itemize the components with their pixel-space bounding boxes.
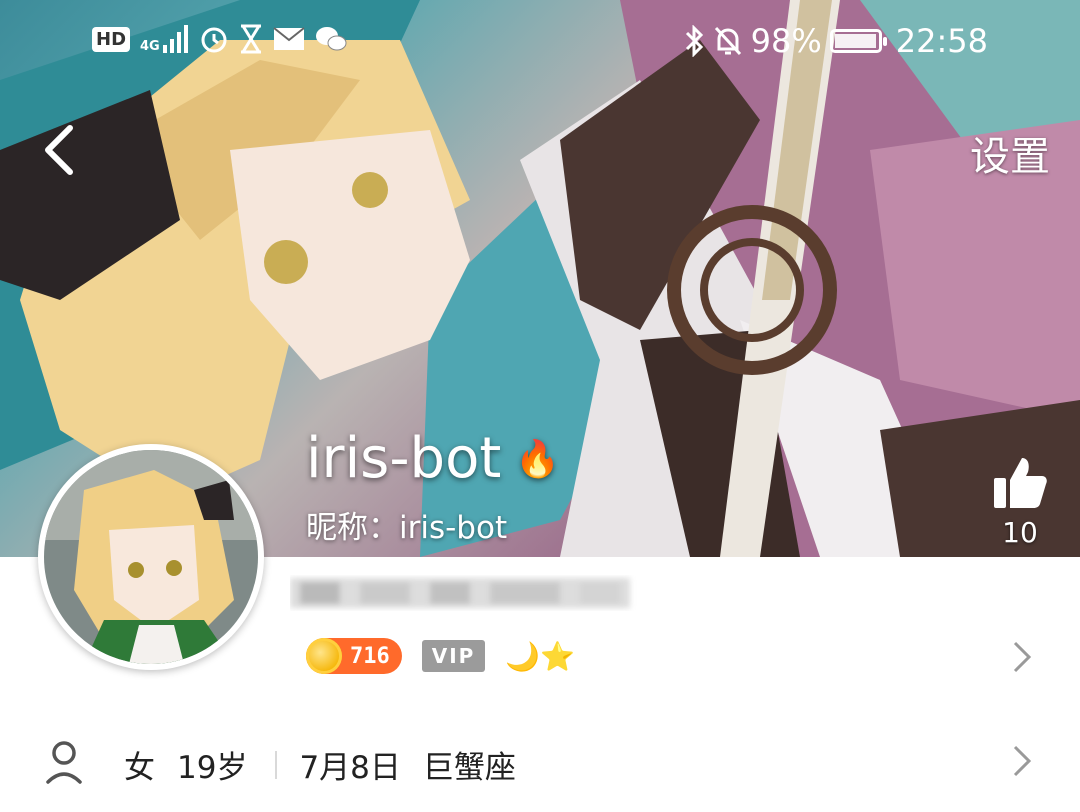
settings-button[interactable]: 设置 [970, 124, 1050, 182]
status-bar: HD 4G 98% 22:58 [0, 0, 1080, 86]
profile-nickname: 昵称：iris-bot [306, 510, 508, 546]
bluetooth-icon [685, 25, 703, 57]
thumbs-up-icon [994, 458, 1047, 508]
birthday-label: 7月8日 [299, 750, 401, 786]
profile-username-row: iris-bot 🔥 [306, 426, 560, 491]
network-label: 4G [140, 39, 160, 54]
person-icon [46, 741, 82, 784]
coin-icon [306, 638, 342, 674]
chevron-right-icon[interactable] [1012, 744, 1032, 778]
level-icons: 🌙⭐ [505, 639, 576, 673]
like-count: 10 [1002, 516, 1038, 549]
hourglass-icon [240, 24, 261, 54]
info-text: 女 19岁 7月8日 巨蟹座 [124, 742, 516, 787]
status-right: 98% 22:58 [683, 22, 988, 60]
chevron-right-icon[interactable] [1012, 640, 1032, 674]
status-left: HD 4G [92, 24, 347, 54]
gender-label: 女 [124, 750, 155, 786]
avatar[interactable] [38, 444, 264, 670]
personal-info-row[interactable]: 女 19岁 7月8日 巨蟹座 [0, 720, 1080, 804]
coin-count: 716 [350, 643, 390, 669]
badges-row: 716 VIP 🌙⭐ [306, 638, 575, 674]
coin-badge[interactable]: 716 [306, 638, 402, 674]
like-button[interactable]: 10 [984, 454, 1056, 549]
zodiac-label: 巨蟹座 [422, 750, 516, 786]
battery-level-fill [834, 34, 876, 48]
battery-percent: 98% [750, 22, 822, 60]
clock: 22:58 [895, 22, 988, 60]
mail-icon [273, 27, 305, 50]
battery-icon [829, 29, 887, 53]
alarm-icon [201, 27, 227, 53]
avatar-image [44, 450, 258, 664]
hd-badge: HD [92, 26, 131, 52]
wechat-icon [315, 27, 347, 51]
signal-icon: 4G [140, 25, 189, 53]
age-label: 19岁 [177, 750, 248, 786]
vip-badge[interactable]: VIP [421, 640, 486, 672]
profile-username: iris-bot [306, 426, 502, 491]
flame-icon: 🔥 [515, 438, 561, 480]
mute-icon [714, 26, 741, 56]
blurred-signature [290, 578, 630, 608]
divider [275, 750, 278, 779]
chevron-left-icon[interactable] [40, 124, 80, 176]
